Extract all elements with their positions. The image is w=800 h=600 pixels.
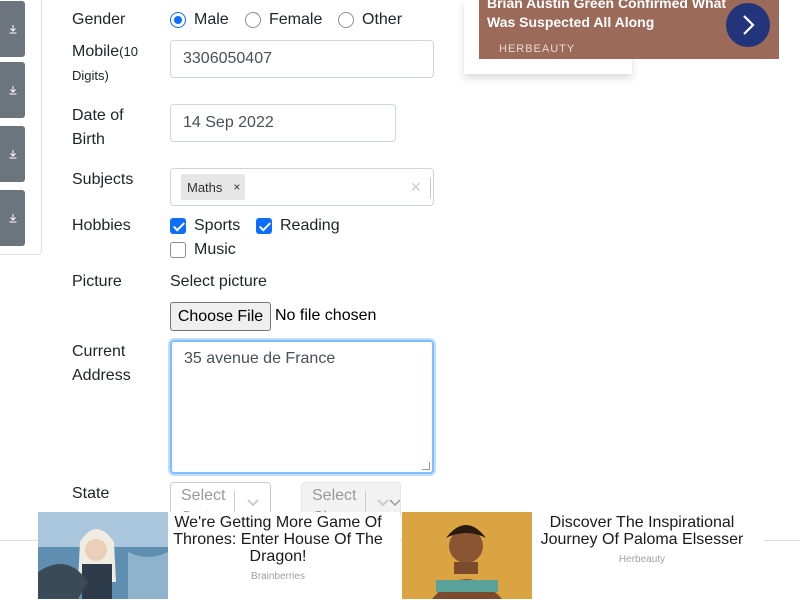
subject-chip-label: Maths <box>187 179 223 195</box>
sidebar-download-button[interactable] <box>0 190 25 246</box>
state-label: State <box>72 485 110 502</box>
download-icon <box>9 214 16 223</box>
download-icon <box>9 86 16 95</box>
gender-radio-female[interactable]: Female <box>245 8 322 32</box>
clear-subjects-icon[interactable]: × <box>410 177 421 198</box>
address-textarea[interactable]: 35 avenue de France <box>170 340 434 474</box>
ad-2-image[interactable] <box>402 512 532 599</box>
address-value[interactable]: 35 avenue de France <box>184 350 335 367</box>
sidebar-download-button[interactable] <box>0 126 25 182</box>
subjects-separator <box>430 177 431 199</box>
ad-1-text: We're Getting More Game Of Thrones: Ente… <box>170 514 386 582</box>
top-ad-headline[interactable]: Brian Austin Green Confirmed What Was Su… <box>487 0 732 32</box>
subject-chip: Maths × <box>181 174 246 200</box>
ad-1-title[interactable]: We're Getting More Game Of Thrones: Ente… <box>170 514 386 565</box>
gender-label: Gender <box>72 11 126 28</box>
radio-checked-icon[interactable] <box>170 12 186 28</box>
gender-female-label[interactable]: Female <box>269 11 322 29</box>
mobile-label: Mobile(10 Digits) <box>72 40 162 88</box>
gender-radio-other[interactable]: Other <box>338 8 402 32</box>
resize-handle-icon[interactable] <box>422 462 430 470</box>
hobby-checkbox-music[interactable]: Music <box>170 238 236 262</box>
mobile-input[interactable]: 3306050407 <box>170 40 434 78</box>
mobile-label-text: Mobile <box>72 43 120 60</box>
gender-radio-male[interactable]: Male <box>170 8 229 32</box>
top-ad[interactable]: Brian Austin Green Confirmed What Was Su… <box>479 0 779 59</box>
dob-label-line2: Birth <box>72 131 105 148</box>
hobby-music-label[interactable]: Music <box>194 241 236 259</box>
city-select-separator <box>365 491 366 513</box>
left-sidebar <box>0 0 42 255</box>
chevron-right-icon <box>743 15 755 35</box>
hobby-sports-label[interactable]: Sports <box>194 217 240 235</box>
picture-label: Picture <box>72 273 122 290</box>
ad-2-text: Discover The Inspirational Journey Of Pa… <box>534 514 750 565</box>
picture-prompt: Select picture <box>170 273 267 290</box>
state-select-separator <box>234 491 235 513</box>
top-ad-next-button[interactable] <box>726 3 770 47</box>
ad-1-image[interactable] <box>38 512 168 599</box>
checkbox-checked-icon[interactable] <box>170 218 186 234</box>
gender-other-label[interactable]: Other <box>362 11 402 29</box>
dob-label: Date of Birth <box>72 104 124 152</box>
ad-1-source: Brainberries <box>251 571 305 582</box>
hobby-reading-label[interactable]: Reading <box>280 217 340 235</box>
top-ad-brand: HERBEAUTY <box>499 43 576 55</box>
dob-label-line1: Date of <box>72 107 124 124</box>
checkbox-unchecked-icon[interactable] <box>170 242 186 258</box>
sidebar-download-button[interactable] <box>0 1 25 57</box>
remove-subject-icon[interactable]: × <box>228 180 245 194</box>
file-status: No file chosen <box>275 307 377 324</box>
checkbox-checked-icon[interactable] <box>256 218 272 234</box>
bottom-ad-1[interactable]: We're Getting More Game Of Thrones: Ente… <box>38 512 400 600</box>
ad-2-title[interactable]: Discover The Inspirational Journey Of Pa… <box>534 514 750 548</box>
sidebar-download-button[interactable] <box>0 62 25 118</box>
address-label-line1: Current <box>72 343 126 360</box>
subjects-label: Subjects <box>72 171 134 188</box>
gender-male-label[interactable]: Male <box>194 11 229 29</box>
hobby-checkbox-sports[interactable]: Sports <box>170 214 240 238</box>
download-icon <box>9 25 16 34</box>
download-icon <box>9 150 16 159</box>
choose-file-button[interactable]: Choose File <box>170 302 271 331</box>
chevron-down-icon[interactable] <box>246 495 260 509</box>
ad-2-source: Herbeauty <box>618 554 666 565</box>
chevron-down-icon <box>389 499 400 507</box>
address-label-line2: Address <box>72 367 131 384</box>
address-label: Current Address <box>72 340 131 388</box>
subjects-input[interactable]: Maths × × <box>170 168 434 206</box>
hobbies-label: Hobbies <box>72 217 131 234</box>
radio-unchecked-icon[interactable] <box>338 12 354 28</box>
bottom-ad-2[interactable]: Discover The Inspirational Journey Of Pa… <box>402 512 764 600</box>
hobby-checkbox-reading[interactable]: Reading <box>256 214 340 238</box>
radio-unchecked-icon[interactable] <box>245 12 261 28</box>
dob-input[interactable]: 14 Sep 2022 <box>170 104 396 142</box>
